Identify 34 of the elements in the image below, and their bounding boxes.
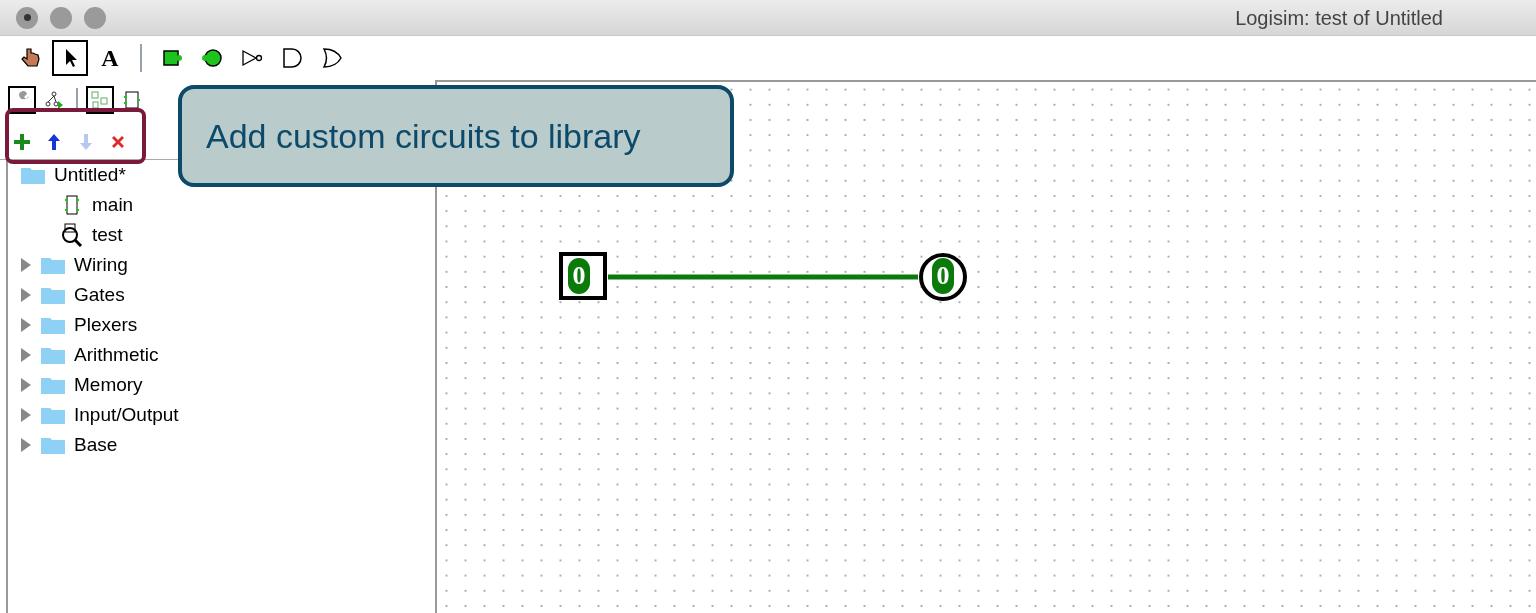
folder-icon (40, 345, 66, 365)
collapsed-triangle-icon[interactable] (20, 408, 32, 422)
folder-icon (40, 255, 66, 275)
collapsed-triangle-icon[interactable] (20, 258, 32, 272)
folder-icon (40, 435, 66, 455)
collapsed-triangle-icon[interactable] (20, 378, 32, 392)
collapsed-triangle-icon[interactable] (20, 438, 32, 452)
tree-item[interactable]: Plexers (74, 310, 138, 340)
folder-icon (40, 285, 66, 305)
pin-value: 0 (568, 258, 590, 294)
folder-icon (40, 315, 66, 335)
folder-icon (40, 405, 66, 425)
circuit-icon (62, 194, 82, 216)
layout-icon[interactable] (86, 86, 114, 114)
pointer-icon[interactable] (52, 40, 88, 76)
tree-item[interactable]: Gates (74, 280, 125, 310)
tree-item[interactable]: main (92, 190, 134, 220)
magnifier-icon (60, 223, 84, 247)
collapsed-triangle-icon[interactable] (20, 348, 32, 362)
pin-value: 0 (932, 258, 954, 294)
tree-item[interactable]: Base (74, 430, 118, 460)
tree-item[interactable]: Memory (74, 370, 143, 400)
close-button[interactable] (16, 6, 38, 29)
folder-icon (20, 165, 46, 185)
tree-item[interactable]: Wiring (74, 250, 128, 280)
tree-item[interactable]: Input/Output (74, 400, 179, 430)
collapsed-triangle-icon[interactable] (20, 288, 32, 302)
tree-item[interactable]: Untitled* (54, 160, 126, 190)
folder-icon (40, 375, 66, 395)
tree-item[interactable]: test (92, 220, 123, 250)
tree-item[interactable]: Arithmetic (74, 340, 159, 370)
collapsed-triangle-icon[interactable] (20, 318, 32, 332)
text-tool[interactable]: A (92, 40, 128, 76)
window-title: Logisim: test of Untitled (1235, 5, 1443, 31)
